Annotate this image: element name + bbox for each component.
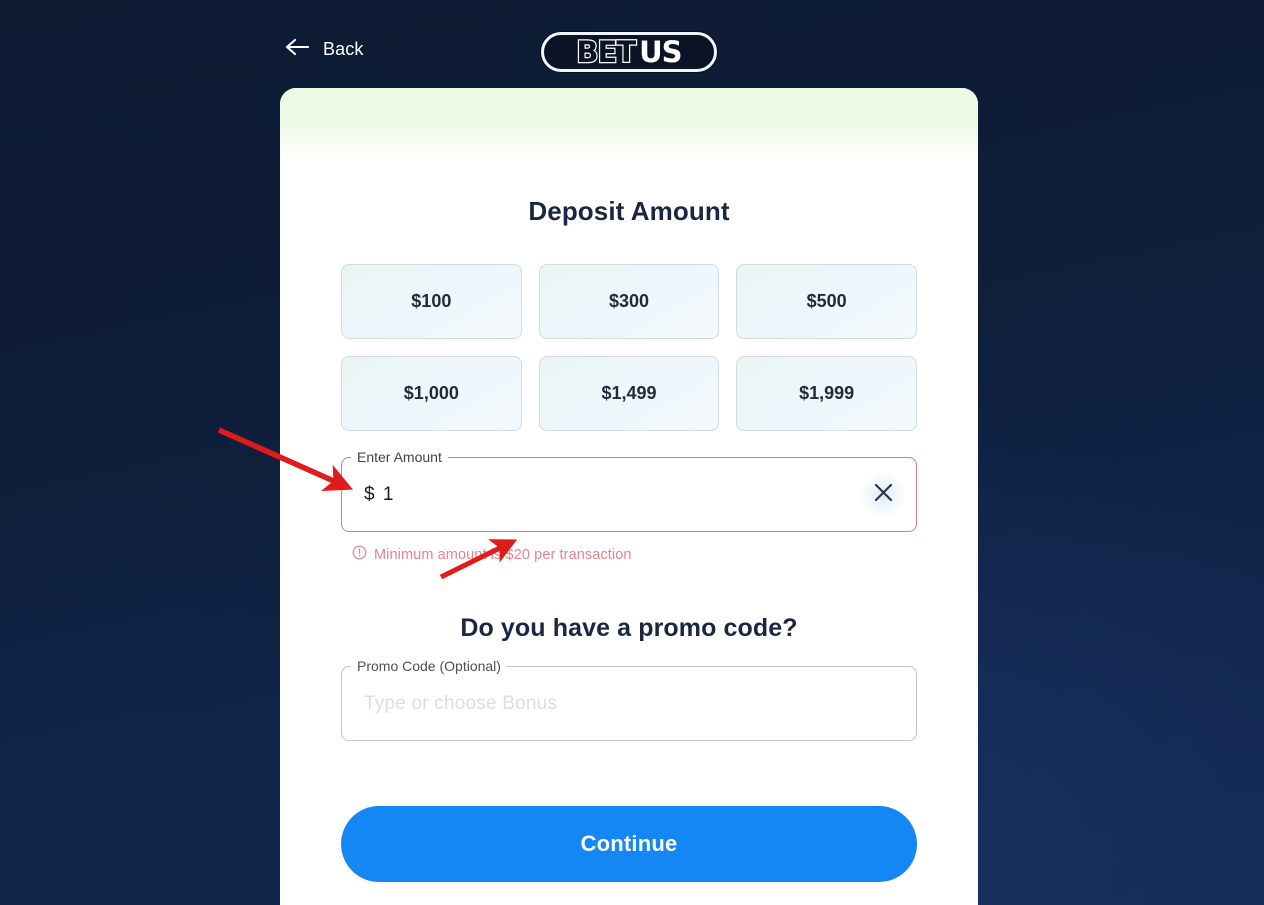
arrow-left-icon: [285, 38, 310, 61]
clear-amount-button[interactable]: [861, 472, 905, 517]
back-button[interactable]: Back: [285, 38, 363, 61]
back-label: Back: [323, 39, 364, 59]
preset-amount-button[interactable]: $1,000: [341, 356, 522, 431]
preset-amount-grid: $100 $300 $500 $1,000 $1,499 $1,999: [341, 264, 917, 431]
promo-title: Do you have a promo code?: [460, 614, 798, 642]
amount-field-wrapper: Enter Amount $ 1: [341, 450, 917, 532]
betus-logo: BET US: [541, 32, 717, 72]
preset-amount-button[interactable]: $1,999: [736, 356, 917, 431]
continue-button[interactable]: Continue: [341, 806, 917, 882]
amount-input[interactable]: $ 1: [364, 484, 861, 506]
preset-amount-button[interactable]: $300: [538, 264, 720, 339]
logo-text-us: US: [639, 34, 682, 69]
amount-error-message: Minimum amount is $20 per transaction: [341, 545, 917, 565]
amount-error-text: Minimum amount is $20 per transaction: [374, 547, 632, 563]
page-title: Deposit Amount: [528, 196, 730, 226]
deposit-card: Deposit Amount $100 $300 $500 $1,000 $1,…: [280, 88, 978, 905]
top-bar: Back BET US: [0, 0, 1264, 92]
preset-amount-button[interactable]: $1,499: [538, 356, 720, 431]
preset-amount-button[interactable]: $500: [736, 264, 917, 339]
promo-code-input[interactable]: Type or choose Bonus: [364, 693, 905, 715]
preset-amount-button[interactable]: $100: [341, 264, 522, 339]
logo-text-bet: BET: [575, 34, 637, 69]
promo-field-wrapper: Promo Code (Optional) Type or choose Bon…: [341, 659, 917, 741]
close-icon: [873, 482, 894, 508]
exclamation-circle-icon: [352, 545, 367, 565]
